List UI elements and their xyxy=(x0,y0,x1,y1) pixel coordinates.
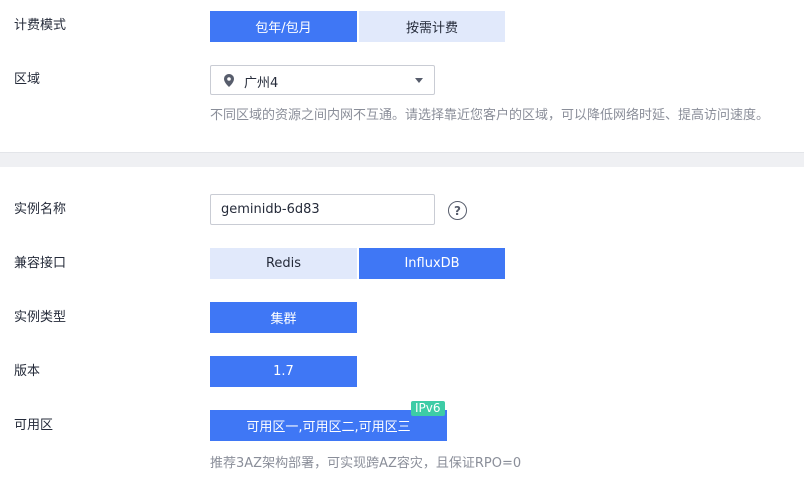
ipv6-badge: IPv6 xyxy=(411,401,445,416)
chevron-down-icon xyxy=(415,78,423,83)
instance-type-label: 实例类型 xyxy=(14,310,67,325)
billing-mode-label: 计费模式 xyxy=(14,18,67,33)
compat-redis-option[interactable]: Redis xyxy=(210,248,357,279)
compat-interface-selector: Redis InfluxDB xyxy=(210,248,505,279)
az-hint: 推荐3AZ架构部署，可实现跨AZ容灾，且保证RPO=0 xyxy=(210,456,522,471)
az-label: 可用区 xyxy=(14,418,54,433)
region-selected-value: 广州4 xyxy=(244,76,279,91)
instance-name-input[interactable] xyxy=(210,194,435,225)
region-select[interactable]: 广州4 xyxy=(210,65,435,95)
region-label: 区域 xyxy=(14,72,41,87)
version-label: 版本 xyxy=(14,364,41,379)
compat-interface-label: 兼容接口 xyxy=(14,256,67,271)
location-pin-icon xyxy=(224,74,234,91)
instance-type-cluster-option[interactable]: 集群 xyxy=(210,302,357,333)
billing-pay-per-use-option[interactable]: 按需计费 xyxy=(359,11,505,42)
instance-name-label: 实例名称 xyxy=(14,202,67,217)
region-hint: 不同区域的资源之间内网不互通。请选择靠近您客户的区域，可以降低网络时延、提高访问… xyxy=(210,108,770,123)
compat-influxdb-option[interactable]: InfluxDB xyxy=(359,248,505,279)
billing-mode-selector: 包年/包月 按需计费 xyxy=(210,11,505,42)
version-option[interactable]: 1.7 xyxy=(210,356,357,387)
section-divider xyxy=(0,152,804,167)
billing-yearly-monthly-option[interactable]: 包年/包月 xyxy=(210,11,357,42)
help-icon[interactable]: ? xyxy=(448,201,467,220)
